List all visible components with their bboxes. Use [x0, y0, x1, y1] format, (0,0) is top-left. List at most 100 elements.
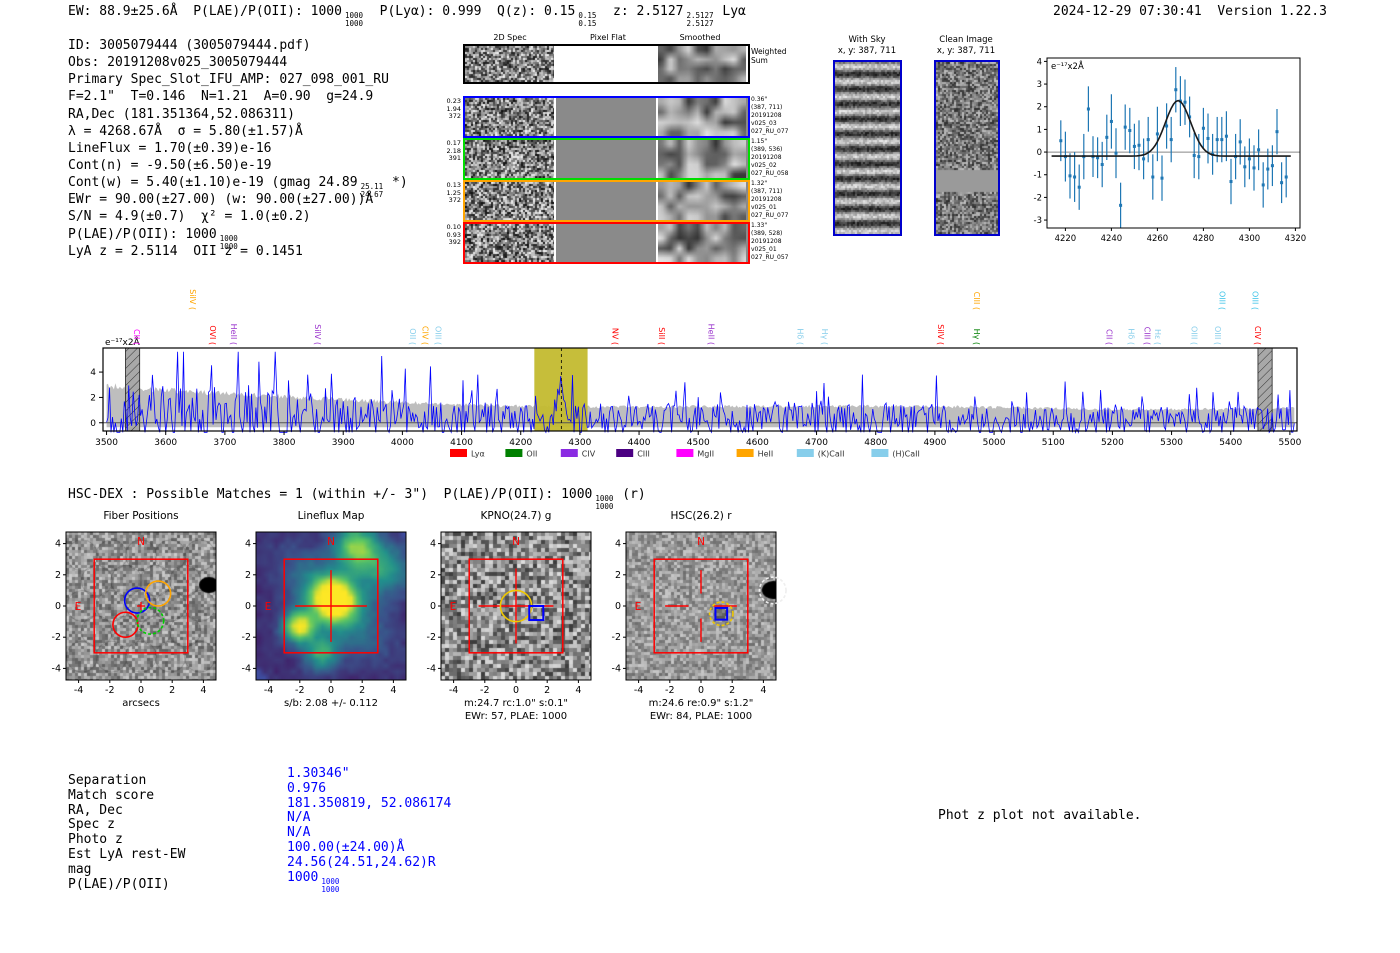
clean-image-subtitle: x, y: 387, 711 — [936, 46, 996, 56]
table-row-label: Match score — [68, 787, 155, 803]
table-row-value: 181.350819, 52.086174 — [287, 795, 452, 811]
twod-row-weights: 0.23 1.94 372 — [446, 97, 461, 121]
svg-text:4: 4 — [90, 368, 96, 378]
with-sky-image — [833, 60, 902, 236]
twod-row-annotation: 1.33" (389, 528) 20191208 v025_01 027_RU_057 — [751, 222, 789, 261]
twod-row-smoothed — [658, 98, 746, 136]
svg-text:SiII (: SiII ( — [657, 327, 666, 345]
svg-text:HeII: HeII — [758, 450, 774, 459]
svg-text:3800: 3800 — [273, 438, 296, 448]
twod-weighted-label: Weighted Sum — [751, 47, 787, 65]
svg-text:4000: 4000 — [391, 438, 414, 448]
svg-text:5500: 5500 — [1278, 438, 1301, 448]
twod-weighted-spec — [465, 46, 554, 82]
svg-text:-2: -2 — [665, 685, 674, 696]
twod-row-spec — [465, 224, 554, 262]
table-row-value: 0.976 — [287, 780, 327, 796]
table-row-label: Est LyA rest-EW — [68, 847, 186, 862]
svg-text:4240: 4240 — [1101, 234, 1123, 244]
svg-text:2: 2 — [359, 685, 365, 696]
svg-text:0: 0 — [698, 685, 704, 696]
svg-text:SiIV (: SiIV ( — [313, 324, 322, 345]
svg-text:SiIV (: SiIV ( — [188, 289, 197, 310]
svg-text:Hδ (: Hδ ( — [1126, 328, 1135, 345]
twod-row-smoothed — [658, 182, 746, 220]
svg-text:HSC(26.2) r: HSC(26.2) r — [670, 510, 732, 522]
svg-text:Hε (: Hε ( — [1153, 329, 1162, 345]
svg-text:4: 4 — [1037, 57, 1042, 67]
table-row-value: N/A — [287, 810, 311, 826]
clean-image — [934, 60, 1000, 236]
svg-text:4: 4 — [575, 685, 581, 696]
svg-text:4260: 4260 — [1147, 234, 1169, 244]
fiber-positions-image — [66, 532, 216, 680]
stacked-fraction: 1000 1000 — [595, 494, 614, 512]
svg-text:-4: -4 — [264, 685, 273, 696]
info-line: RA,Dec (181.351364,52.086311) — [68, 106, 295, 122]
info-line: LyA z = 2.5114 OII z = 0.1451 — [68, 243, 303, 259]
svg-text:0: 0 — [328, 685, 334, 696]
report-summary-header: EW: 88.9±25.6Å P(LAE)/P(OII): 1000 1000 10… — [68, 4, 746, 29]
svg-text:Lyα: Lyα — [471, 450, 485, 459]
svg-text:-2: -2 — [427, 632, 436, 643]
svg-text:OIII (: OIII ( — [1251, 291, 1260, 310]
svg-text:0: 0 — [90, 419, 96, 429]
twod-divider — [554, 182, 556, 220]
svg-text:4: 4 — [390, 685, 396, 696]
full-spectrum-plot: 3500 3600 3700 3800 3900 4000 4100 4200 4300 4400… — [90, 289, 1301, 459]
stacked-fraction: 1000 1000 — [344, 11, 363, 29]
info-line: Obs: 20191208v025_3005079444 — [68, 55, 288, 71]
twod-row-weights: 0.10 0.93 392 — [446, 223, 461, 247]
kpno-g-image — [441, 532, 591, 680]
svg-text:(H)CaII: (H)CaII — [892, 450, 919, 459]
svg-text:SiIV (: SiIV ( — [936, 324, 945, 345]
svg-text:EWr: 84, PLAE: 1000: EWr: 84, PLAE: 1000 — [650, 711, 752, 722]
twod-row-smoothed — [658, 140, 746, 178]
twod-weighted-smoothed — [658, 46, 746, 82]
svg-text:4280: 4280 — [1193, 234, 1215, 244]
svg-text:-2: -2 — [612, 632, 621, 643]
svg-text:2: 2 — [245, 570, 251, 581]
svg-text:-4: -4 — [242, 663, 251, 674]
hsc-dex-summary: HSC-DEX : Possible Matches = 1 (within +… — [68, 487, 646, 512]
table-row-value: 100.00(±24.00)Å — [287, 840, 405, 855]
svg-text:0: 0 — [1037, 148, 1042, 158]
svg-text:2: 2 — [544, 685, 550, 696]
svg-text:5000: 5000 — [983, 438, 1006, 448]
table-row-label: mag — [68, 861, 92, 877]
svg-text:4: 4 — [55, 539, 61, 550]
svg-text:OIII (: OIII ( — [1213, 326, 1222, 345]
twod-row-weights: 0.13 1.25 372 — [446, 181, 461, 205]
table-row-label: Photo z — [68, 832, 123, 848]
svg-text:3500: 3500 — [95, 438, 118, 448]
svg-text:CII (: CII ( — [1104, 329, 1113, 345]
svg-text:EWr: 57, PLAE: 1000: EWr: 57, PLAE: 1000 — [465, 711, 567, 722]
svg-text:Fiber Positions: Fiber Positions — [103, 510, 178, 522]
svg-text:2: 2 — [1037, 103, 1042, 113]
svg-text:4220: 4220 — [1055, 234, 1077, 244]
stacked-fraction: 0.15 0.15 — [578, 11, 597, 29]
detection-info-block: ID: 3005079444 (3005079444.pdf) Obs: 2019… — [68, 38, 408, 261]
svg-text:3900: 3900 — [332, 438, 355, 448]
svg-text:-4: -4 — [52, 663, 61, 674]
table-row-value: 24.56(24.51,24.62)R — [287, 854, 436, 870]
phot-z-note: Phot z plot not available. — [938, 808, 1142, 823]
svg-text:4300: 4300 — [1239, 234, 1261, 244]
svg-text:1: 1 — [1037, 125, 1042, 135]
svg-text:4: 4 — [245, 539, 251, 550]
twod-divider — [554, 140, 556, 178]
info-line: LineFlux = 1.70(±0.39)e-16 — [68, 140, 272, 156]
svg-text:(K)CaII: (K)CaII — [818, 450, 845, 459]
svg-text:3: 3 — [1037, 80, 1042, 90]
twod-row-annotation: 0.36" (387, 711) 20191208 v025_03 027_RU_077 — [751, 96, 789, 135]
svg-text:HeII (: HeII ( — [229, 324, 238, 345]
twod-divider — [554, 98, 556, 136]
svg-text:-2: -2 — [242, 632, 251, 643]
svg-text:4900: 4900 — [923, 438, 946, 448]
svg-text:Lineflux Map: Lineflux Map — [298, 510, 365, 522]
svg-text:0: 0 — [138, 685, 144, 696]
svg-text:-2: -2 — [480, 685, 489, 696]
twod-row-annotation: 1.32" (387, 711) 20191208 v025_01 027_RU_077 — [751, 180, 789, 219]
svg-text:OVI (: OVI ( — [208, 325, 217, 345]
table-row-label: Spec z — [68, 817, 115, 833]
